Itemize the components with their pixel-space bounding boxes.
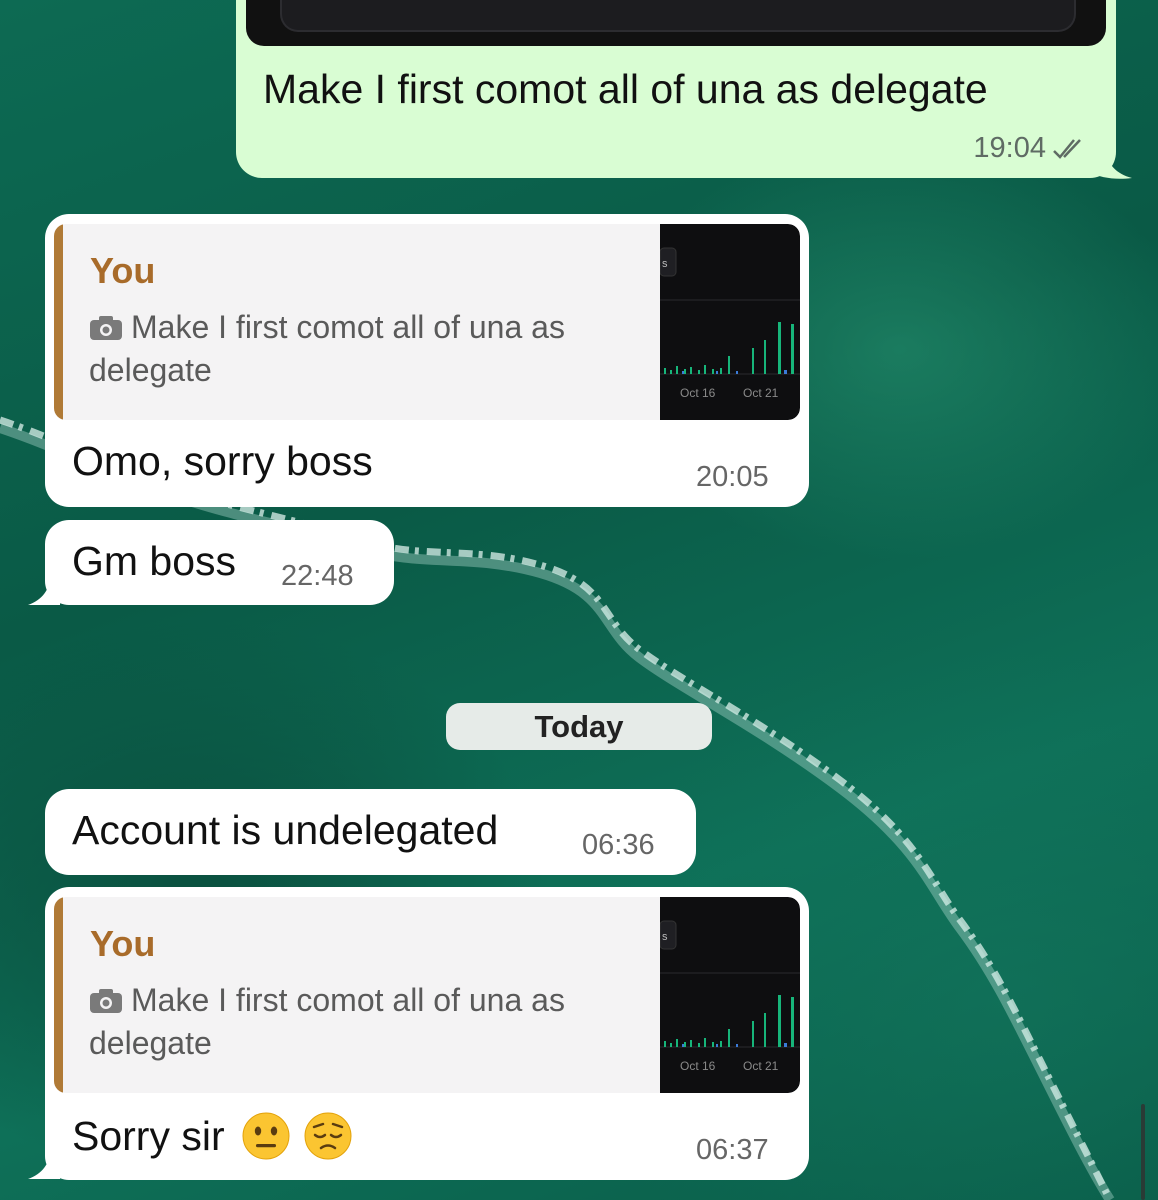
- quoted-message[interactable]: You Make I first comot all of una as del…: [54, 224, 800, 420]
- quote-author: You: [90, 250, 156, 291]
- thumb-label-2: Oct 21: [743, 386, 779, 400]
- incoming-reply-message[interactable]: You Make I first comot all of una as del…: [45, 214, 809, 507]
- message-time: 22:48: [281, 560, 354, 592]
- quote-thumbnail: s Oct 16 Oct 21: [660, 224, 800, 420]
- pensive-face-emoji: [304, 1112, 352, 1160]
- outgoing-bubble-tail: [1090, 150, 1132, 179]
- incoming-reply-message[interactable]: You Make I first comot all of una as del…: [45, 887, 809, 1180]
- message-text-wrap: Sorry sir: [72, 1111, 353, 1161]
- quote-text-wrap: Make I first comot all of una as delegat…: [89, 306, 649, 392]
- message-text: Account is undelegated: [72, 807, 499, 853]
- thumb-label-1: Oct 16: [680, 386, 716, 400]
- message-time: 20:05: [696, 461, 769, 493]
- quote-text: Make I first comot all of una as delegat…: [89, 982, 565, 1061]
- outgoing-message-bubble[interactable]: Make I first comot all of una as delegat…: [236, 0, 1116, 178]
- outgoing-message-text: Make I first comot all of una as delegat…: [263, 66, 988, 112]
- quoted-message[interactable]: You Make I first comot all of una as del…: [54, 897, 800, 1093]
- quote-bar: [54, 897, 63, 1093]
- thumb-label-1: Oct 16: [680, 1059, 716, 1073]
- chart-panel: [280, 0, 1076, 32]
- thumb-label-2: Oct 21: [743, 1059, 779, 1073]
- svg-text:s: s: [662, 258, 668, 270]
- svg-text:s: s: [662, 931, 668, 943]
- incoming-bubble-tail: [28, 1146, 60, 1179]
- outgoing-message-meta: 19:04: [973, 132, 1086, 165]
- scrollbar-thumb[interactable]: [1141, 1104, 1145, 1200]
- quote-text: Make I first comot all of una as delegat…: [89, 309, 565, 388]
- camera-icon: [90, 989, 122, 1013]
- message-time: 06:36: [582, 829, 655, 861]
- camera-icon: [90, 316, 122, 340]
- outgoing-message-time: 19:04: [973, 132, 1046, 164]
- message-text: Gm boss: [72, 538, 237, 584]
- quote-bar: [54, 224, 63, 420]
- incoming-message-undelegated[interactable]: Account is undelegated 06:36: [45, 789, 696, 875]
- quote-text-wrap: Make I first comot all of una as delegat…: [89, 979, 649, 1065]
- date-divider: Today: [446, 703, 712, 750]
- message-time: 06:37: [696, 1134, 769, 1166]
- incoming-message-gm[interactable]: Gm boss 22:48: [45, 520, 394, 605]
- message-text: Sorry sir: [72, 1112, 225, 1159]
- message-text: Omo, sorry boss: [72, 438, 373, 484]
- neutral-face-emoji: [242, 1112, 290, 1160]
- double-check-icon: [1053, 138, 1081, 159]
- incoming-bubble-tail: [28, 572, 60, 605]
- quote-author: You: [90, 923, 156, 964]
- shared-chart-image[interactable]: [246, 0, 1106, 46]
- quote-thumbnail: s Oct 16 Oct 21: [660, 897, 800, 1093]
